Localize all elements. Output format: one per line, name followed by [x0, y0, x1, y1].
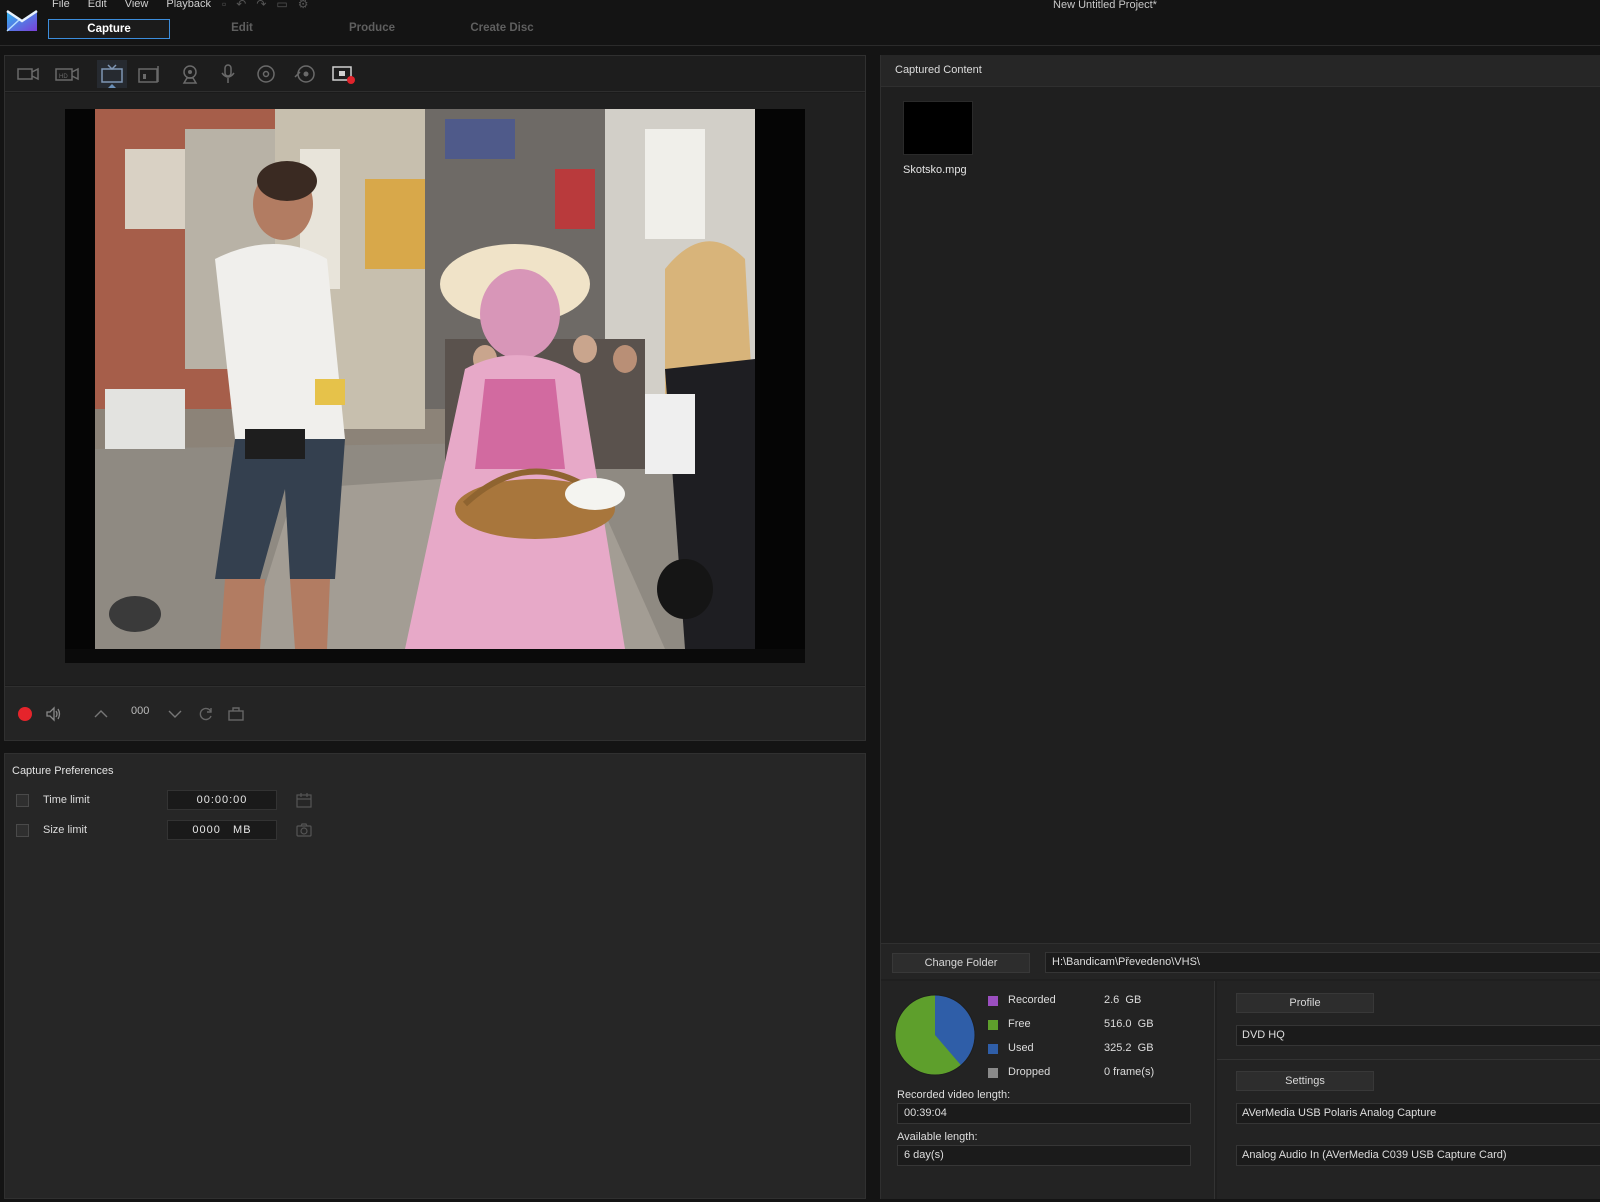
time-limit-checkbox[interactable]: [16, 794, 29, 807]
available-length-label: Available length:: [897, 1131, 978, 1143]
legend-value-used: 325.2 GB: [1104, 1042, 1154, 1054]
capture-from-tv-icon[interactable]: [97, 60, 127, 88]
legend-label-free: Free: [1008, 1018, 1031, 1030]
capture-settings-icon[interactable]: [225, 703, 247, 725]
preview-area: [5, 93, 865, 685]
disk-usage-pie-chart: [894, 994, 976, 1076]
legend-swatch-used: [988, 1044, 998, 1054]
capture-from-cd-icon[interactable]: [251, 60, 281, 88]
clip-thumbnail[interactable]: [903, 101, 973, 155]
capture-source-toolbar: HD: [5, 56, 865, 92]
video-frame-image: [65, 109, 805, 663]
undo-icon[interactable]: ↶: [236, 0, 246, 11]
legend-label-dropped: Dropped: [1008, 1066, 1051, 1078]
audio-device-select[interactable]: Analog Audio In (AVerMedia C039 USB Capt…: [1236, 1145, 1600, 1166]
video-device-select[interactable]: AVerMedia USB Polaris Analog Capture: [1236, 1103, 1600, 1124]
legend-value-recorded: 2.6 GB: [1104, 994, 1142, 1006]
disk-stats-panel: Recorded 2.6 GB Free 516.0 GB Used 325.2…: [881, 981, 1215, 1199]
recorded-length-field: 00:39:04: [897, 1103, 1191, 1124]
menu-file[interactable]: File: [52, 0, 82, 11]
legend-free: Free 516.0 GB: [988, 1017, 1208, 1033]
legend-recorded: Recorded 2.6 GB: [988, 993, 1208, 1009]
tab-capture[interactable]: Capture: [48, 19, 170, 39]
channel-down-icon[interactable]: [165, 703, 185, 725]
calendar-icon[interactable]: [295, 791, 313, 809]
captured-content-title: Captured Content: [895, 64, 982, 76]
capture-from-digital-tv-icon[interactable]: [135, 60, 165, 88]
time-limit-input[interactable]: 00:00:00: [167, 790, 277, 810]
folder-bar: Change Folder H:\Bandicam\Převedeno\VHS\: [881, 943, 1600, 979]
snapshot-camera-icon[interactable]: [295, 821, 313, 839]
channel-up-icon[interactable]: [91, 703, 111, 725]
profile-button[interactable]: Profile: [1236, 993, 1374, 1013]
clip-item[interactable]: Skotsko.mpg: [903, 101, 975, 176]
title-bar: File Edit View Playback ▫ ↶ ↷ ▭ ⚙ New Un…: [0, 0, 1600, 46]
capture-from-hdv-icon[interactable]: HD: [52, 60, 82, 88]
menu-playback[interactable]: Playback: [166, 0, 223, 11]
legend-value-dropped: 0 frame(s): [1104, 1066, 1155, 1078]
menu-edit[interactable]: Edit: [88, 0, 119, 11]
legend-label-used: Used: [1008, 1042, 1034, 1054]
tab-edit[interactable]: Edit: [178, 19, 306, 39]
save-icon[interactable]: ▫: [222, 0, 226, 11]
time-limit-label: Time limit: [43, 794, 90, 806]
legend-swatch-dropped: [988, 1068, 998, 1078]
capture-preferences-title: Capture Preferences: [12, 765, 114, 777]
profile-select[interactable]: DVD HQ: [1236, 1025, 1600, 1046]
video-preview[interactable]: [65, 109, 805, 663]
record-button[interactable]: [15, 703, 35, 725]
captured-content-header: Captured Content: [881, 55, 1600, 87]
quick-toolbar: ▫ ↶ ↷ ▭ ⚙: [222, 0, 309, 11]
divider: [1217, 1059, 1600, 1060]
capture-from-dv-icon[interactable]: [13, 60, 43, 88]
capture-pane: HD 000: [4, 55, 866, 741]
tab-produce[interactable]: Produce: [308, 19, 436, 39]
gear-icon[interactable]: ⚙: [298, 0, 309, 11]
clip-name: Skotsko.mpg: [903, 164, 967, 176]
volume-icon[interactable]: [43, 703, 65, 725]
menu-bar: File Edit View Playback: [52, 0, 229, 11]
capture-from-microphone-icon[interactable]: [213, 60, 243, 88]
aspect-ratio-icon[interactable]: ▭: [276, 0, 287, 11]
app-logo-icon: [6, 9, 38, 32]
channel-counter: 000: [131, 705, 150, 717]
capture-preferences-panel: Capture Preferences Time limit 00:00:00 …: [4, 753, 866, 1199]
tab-create-disc[interactable]: Create Disc: [438, 19, 566, 39]
size-limit-input[interactable]: 0000 MB: [167, 820, 277, 840]
legend-value-free: 516.0 GB: [1104, 1018, 1154, 1030]
redo-icon[interactable]: ↷: [256, 0, 266, 11]
refresh-icon[interactable]: [195, 703, 217, 725]
settings-button[interactable]: Settings: [1236, 1071, 1374, 1091]
capture-from-dvd-icon[interactable]: [290, 60, 320, 88]
svg-text:HD: HD: [59, 74, 68, 80]
legend-swatch-free: [988, 1020, 998, 1030]
available-length-field: 6 day(s): [897, 1145, 1191, 1166]
size-limit-checkbox[interactable]: [16, 824, 29, 837]
legend-swatch-recorded: [988, 996, 998, 1006]
screen-recorder-icon[interactable]: [328, 60, 358, 88]
legend-label-recorded: Recorded: [1008, 994, 1056, 1006]
size-limit-label: Size limit: [43, 824, 88, 836]
mode-tabs: Capture Edit Produce Create Disc: [48, 19, 568, 39]
folder-path-field[interactable]: H:\Bandicam\Převedeno\VHS\: [1045, 952, 1600, 973]
capture-controls: 000: [5, 686, 865, 740]
legend-dropped: Dropped 0 frame(s): [988, 1065, 1208, 1081]
capture-from-webcam-icon[interactable]: [175, 60, 205, 88]
recorded-length-label: Recorded video length:: [897, 1089, 1011, 1101]
profile-panel: Profile DVD HQ Settings AVerMedia USB Po…: [1217, 981, 1600, 1199]
captured-content-pane: Captured Content Skotsko.mpg Change Fold…: [880, 55, 1600, 1199]
menu-view[interactable]: View: [125, 0, 161, 11]
legend-used: Used 325.2 GB: [988, 1041, 1208, 1057]
change-folder-button[interactable]: Change Folder: [892, 953, 1030, 973]
